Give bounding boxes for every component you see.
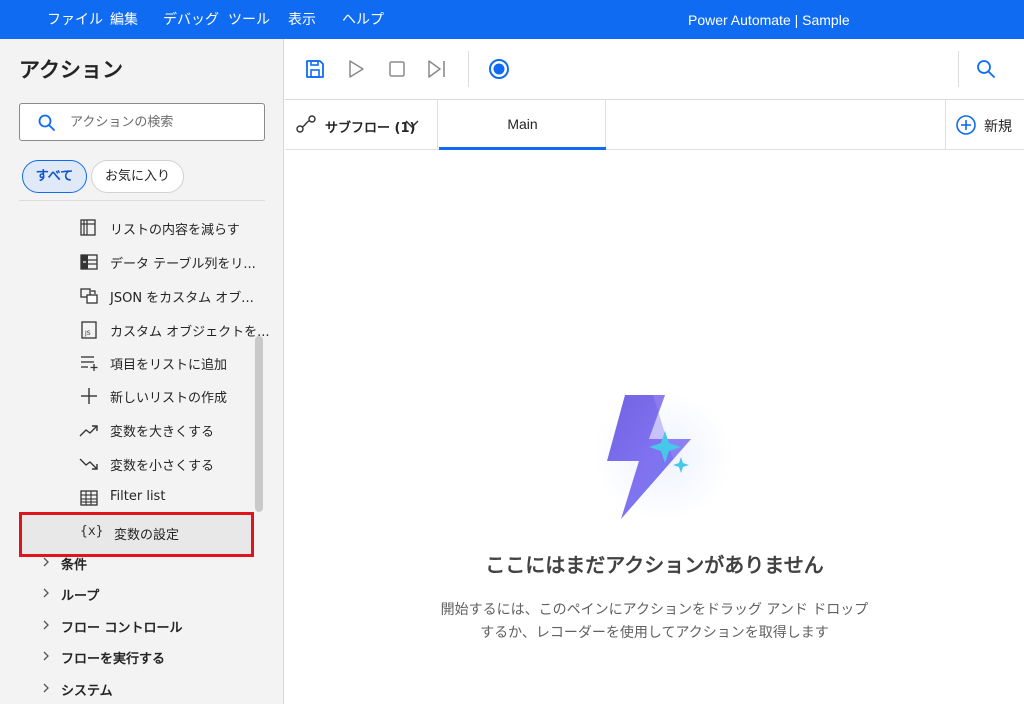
js-file-icon: JS — [81, 321, 97, 339]
action-item-label: 変数を小さくする — [110, 459, 215, 474]
new-subflow-label: 新規 — [984, 119, 1012, 135]
subflow-dropdown[interactable]: サブフロー (1) — [285, 100, 438, 149]
action-item-label: 変数の設定 — [114, 528, 180, 543]
action-item-decrease-variable[interactable]: 変数を小さくする — [76, 449, 251, 479]
menu-file[interactable]: ファイル — [47, 11, 103, 29]
trend-down-icon — [79, 458, 98, 470]
group-conditions[interactable]: 条件 — [40, 551, 240, 577]
window-title: Power Automate | Sample — [688, 12, 850, 28]
action-item-datatable-column[interactable]: データ テーブル列をリ... — [76, 247, 256, 277]
action-item-label: カスタム オブジェクトを... — [110, 325, 270, 340]
menu-edit[interactable]: 編集 — [110, 11, 138, 29]
menu-bar: ファイル 編集 デバッグ ツール 表示 ヘルプ Power Automate |… — [0, 0, 1024, 39]
lightning-bolt-icon — [593, 391, 733, 521]
variable-icon: {x} — [80, 524, 104, 539]
subflow-label: サブフロー (1) — [325, 121, 416, 136]
action-item-custom-object[interactable]: JS カスタム オブジェクトを... — [76, 315, 270, 345]
action-item-label: Filter list — [110, 489, 166, 504]
action-item-json-convert[interactable]: JSON をカスタム オブ... — [76, 281, 254, 311]
save-icon[interactable] — [303, 57, 327, 81]
actions-scrollbar[interactable] — [255, 336, 263, 512]
menu-view[interactable]: 表示 — [288, 11, 316, 29]
group-system[interactable]: システム — [40, 677, 240, 703]
tab-bar: サブフロー (1) Main 新規 — [285, 100, 1024, 150]
chevron-right-icon — [43, 557, 49, 567]
group-label: 条件 — [61, 558, 88, 573]
action-item-filter-list[interactable]: Filter list — [76, 483, 251, 513]
list-subtract-icon — [80, 219, 96, 236]
run-icon[interactable] — [344, 57, 368, 81]
chevron-right-icon — [43, 588, 49, 598]
subflow-icon — [296, 115, 316, 133]
table-column-icon — [80, 254, 98, 270]
divider — [19, 200, 265, 201]
action-item-label: データ テーブル列をリ... — [110, 257, 256, 272]
run-next-icon[interactable] — [425, 57, 449, 81]
group-flow-control[interactable]: フロー コントロール — [40, 614, 240, 640]
empty-state-description: するか、レコーダーを使用してアクションを取得します — [480, 625, 829, 641]
action-search-input[interactable] — [70, 112, 255, 132]
action-item-label: JSON をカスタム オブ... — [110, 291, 254, 306]
plus-icon — [81, 388, 97, 404]
menu-debug[interactable]: デバッグ — [163, 11, 219, 29]
chevron-right-icon — [43, 651, 49, 661]
group-loops[interactable]: ループ — [40, 582, 240, 608]
stop-icon[interactable] — [385, 57, 409, 81]
action-item-add-to-list[interactable]: 項目をリストに追加 — [76, 348, 251, 378]
action-item-set-variable[interactable]: {x} 変数の設定 — [80, 523, 230, 547]
action-item-label: 変数を大きくする — [110, 425, 215, 440]
group-label: フロー コントロール — [61, 621, 183, 636]
actions-pane: アクション すべて お気に入り リストの内容を減らす データ テーブル列をリ..… — [0, 39, 284, 704]
group-label: システム — [61, 684, 113, 699]
menu-tools[interactable]: ツール — [228, 11, 270, 29]
action-item-create-list[interactable]: 新しいリストの作成 — [76, 381, 251, 411]
group-label: フローを実行する — [61, 652, 166, 667]
flow-canvas[interactable]: ここにはまだアクションがありません 開始するには、このペインにアクションをドラッ… — [285, 151, 1024, 704]
chevron-down-icon — [405, 120, 419, 129]
svg-text:JS: JS — [84, 330, 91, 337]
record-icon[interactable] — [487, 57, 511, 81]
filter-all-button[interactable]: すべて — [22, 160, 87, 193]
action-item-label: リストの内容を減らす — [110, 223, 240, 238]
empty-state-description: 開始するには、このペインにアクションをドラッグ アンド ドロップ — [440, 602, 869, 618]
add-circle-icon — [956, 115, 976, 135]
group-label: ループ — [61, 589, 100, 604]
tab-main[interactable]: Main — [439, 100, 606, 150]
new-subflow-button[interactable]: 新規 — [945, 100, 1024, 149]
search-icon — [38, 114, 55, 131]
chevron-right-icon — [43, 620, 49, 630]
action-item-increase-variable[interactable]: 変数を大きくする — [76, 415, 251, 445]
list-add-icon — [81, 356, 98, 371]
group-run-flow[interactable]: フローを実行する — [40, 645, 240, 671]
grid-table-icon — [80, 490, 98, 506]
menu-help[interactable]: ヘルプ — [342, 11, 384, 29]
search-icon[interactable] — [974, 57, 998, 81]
empty-state-title: ここにはまだアクションがありません — [485, 553, 824, 577]
trend-up-icon — [79, 425, 98, 437]
toolbar-separator — [468, 51, 469, 87]
action-item-reduce-list[interactable]: リストの内容を減らす — [76, 213, 251, 243]
filter-favorites-button[interactable]: お気に入り — [91, 160, 184, 193]
designer-toolbar — [285, 39, 1024, 100]
actions-pane-title: アクション — [19, 58, 123, 82]
action-search-box[interactable] — [19, 103, 265, 141]
json-convert-icon — [80, 288, 98, 304]
action-item-label: 項目をリストに追加 — [110, 358, 228, 373]
toolbar-separator — [958, 51, 959, 87]
tab-active-indicator — [439, 147, 606, 150]
tab-main-label: Main — [507, 116, 538, 132]
action-item-label: 新しいリストの作成 — [110, 391, 228, 406]
chevron-right-icon — [43, 683, 49, 693]
